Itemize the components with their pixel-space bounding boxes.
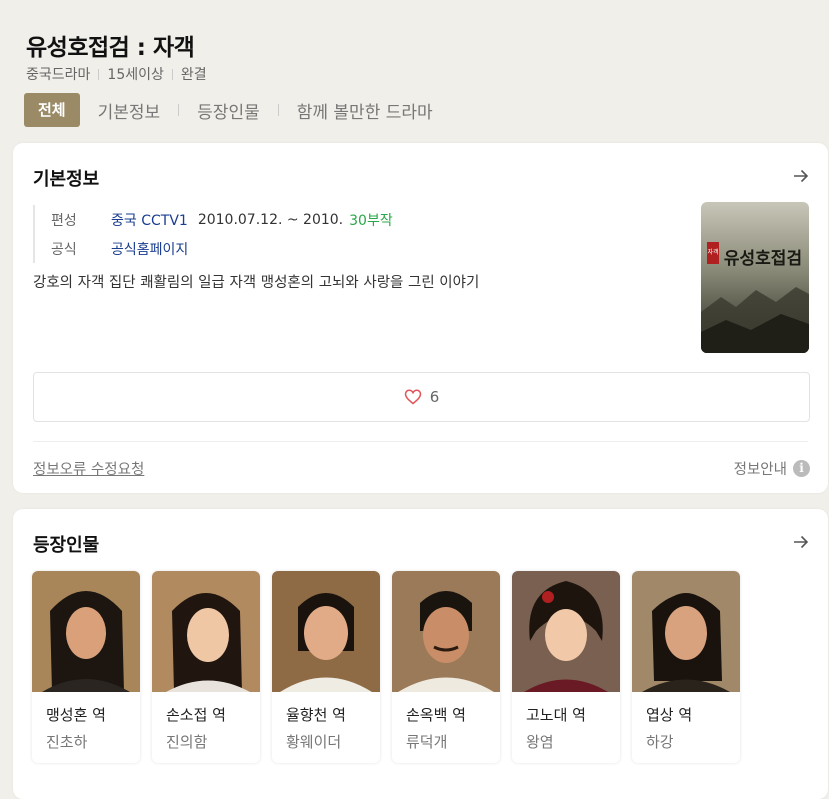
cast-actor: 진초하 (46, 733, 88, 751)
cast-role: 율향천 역 (286, 706, 346, 724)
arrow-right-icon[interactable] (792, 167, 810, 185)
characters-title: 등장인물 (33, 535, 100, 556)
cast-actor: 진의함 (166, 733, 208, 751)
cast-card[interactable]: 손옥백 역 류덕개 (392, 571, 500, 763)
meta-country: 중국드라마 (26, 67, 91, 83)
info-table: 편성 중국 CCTV1 2010.07.12. ~ 2010. 30부작 공식 … (33, 205, 393, 263)
tab-divider (178, 104, 180, 116)
report-error-link[interactable]: 정보오류 수정요청 (33, 458, 144, 479)
like-button[interactable]: 6 (33, 372, 810, 422)
cast-card[interactable]: 율향천 역 황웨이더 (272, 571, 380, 763)
heart-icon (404, 389, 421, 405)
meta-rating: 15세이상 (107, 67, 164, 83)
tab-all[interactable]: 전체 (24, 93, 80, 127)
broadcast-period: 2010.07.12. ~ 2010. (197, 211, 344, 228)
cast-card[interactable]: 엽상 역 하강 (632, 571, 740, 763)
info-guide-button[interactable]: 정보안내 i (734, 458, 810, 479)
actor-photo (32, 571, 140, 692)
tab-divider (277, 104, 279, 116)
drama-poster[interactable]: 자객 유성호접검 (701, 202, 809, 353)
info-row-broadcast: 편성 중국 CCTV1 2010.07.12. ~ 2010. 30부작 (51, 205, 393, 234)
meta-divider (98, 68, 100, 80)
tab-basic-info[interactable]: 기본정보 (98, 98, 161, 123)
page-title: 유성호접검 : 자객 (26, 35, 195, 61)
actor-photo (512, 571, 620, 692)
cast-role: 손옥백 역 (406, 706, 466, 724)
basic-info-title: 기본정보 (33, 169, 100, 190)
channel-link[interactable]: 중국 CCTV1 (111, 210, 188, 230)
divider (33, 441, 808, 442)
cast-role: 맹성혼 역 (46, 706, 106, 724)
cast-list: 맹성혼 역 진초하 손소접 역 진의함 율향천 역 황웨이더 손옥백 역 류덕개… (32, 571, 752, 763)
like-count: 6 (429, 388, 440, 406)
actor-photo (272, 571, 380, 692)
meta-divider (171, 68, 173, 80)
info-label: 공식 (51, 241, 77, 258)
cast-actor: 황웨이더 (286, 733, 342, 751)
cast-actor: 하강 (646, 733, 674, 751)
cast-actor: 왕염 (526, 733, 554, 751)
cast-card[interactable]: 맹성혼 역 진초하 (32, 571, 140, 763)
tab-bar: 전체 기본정보 등장인물 함께 볼만한 드라마 (24, 93, 433, 127)
characters-card: 등장인물 맹성혼 역 진초하 손소접 역 진의함 율향천 역 황웨이더 손옥백 … (13, 509, 828, 799)
basic-info-card: 기본정보 편성 중국 CCTV1 2010.07.12. ~ 2010. 30부… (13, 143, 828, 493)
cast-actor: 류덕개 (406, 733, 448, 751)
cast-role: 고노대 역 (526, 706, 586, 724)
actor-photo (632, 571, 740, 692)
actor-photo (152, 571, 260, 692)
cast-card[interactable]: 손소접 역 진의함 (152, 571, 260, 763)
info-guide-label: 정보안내 (733, 462, 787, 478)
episode-count: 30부작 (349, 212, 393, 229)
synopsis: 강호의 자객 집단 쾌활림의 일급 자객 맹성혼의 고뇌와 사랑을 그린 이야기 (33, 275, 480, 291)
drama-header: 유성호접검 : 자객 중국드라마 15세이상 완결 전체 기본정보 등장인물 함… (0, 0, 829, 140)
info-row-official: 공식 공식홈페이지 (51, 234, 393, 263)
meta-status: 완결 (180, 67, 207, 83)
cast-role: 엽상 역 (646, 706, 693, 724)
info-label: 편성 (51, 212, 77, 229)
cast-card[interactable]: 고노대 역 왕염 (512, 571, 620, 763)
tab-characters[interactable]: 등장인물 (197, 98, 260, 123)
cast-role: 손소접 역 (166, 706, 226, 724)
info-icon: i (793, 460, 810, 477)
drama-meta: 중국드라마 15세이상 완결 (26, 64, 207, 84)
official-homepage-link[interactable]: 공식홈페이지 (111, 239, 188, 259)
actor-photo (392, 571, 500, 692)
tab-similar-dramas[interactable]: 함께 볼만한 드라마 (297, 98, 433, 123)
poster-title-text: 유성호접검 (724, 249, 802, 269)
poster-seal-text: 자객 (707, 248, 718, 256)
arrow-right-icon[interactable] (792, 533, 810, 551)
